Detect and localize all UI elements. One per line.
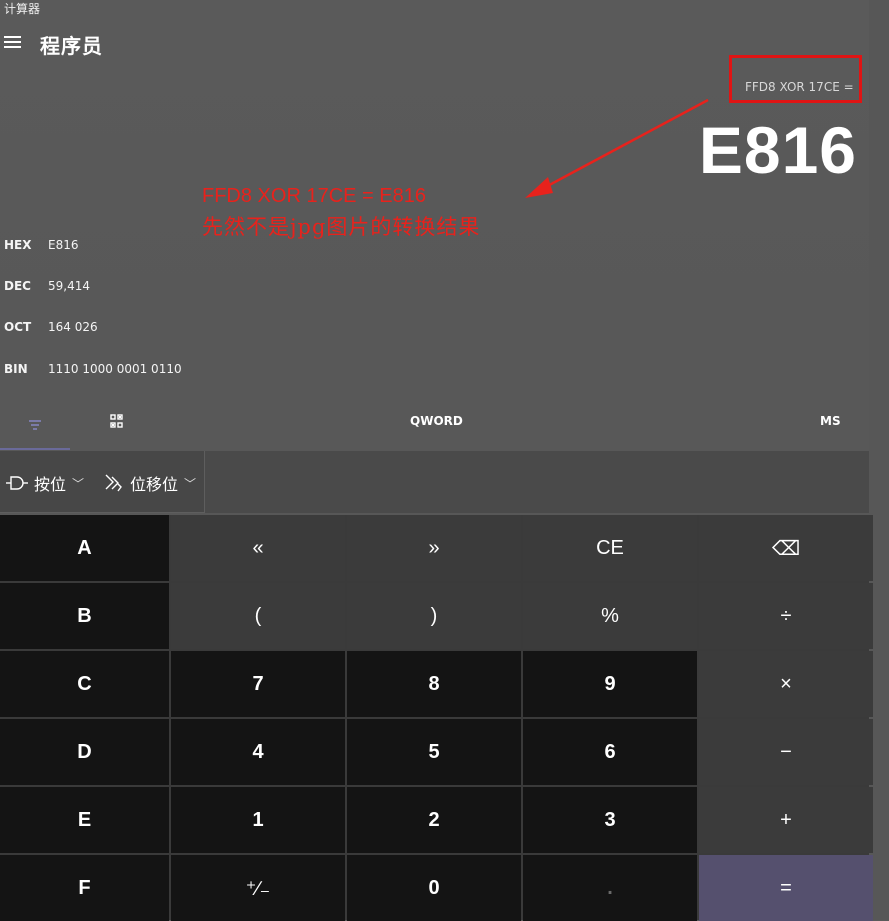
key-5[interactable]: 5	[347, 719, 521, 785]
key-0[interactable]: 0	[347, 855, 521, 921]
key-negate[interactable]: ⁺∕₋	[171, 855, 345, 921]
radix-bin-label[interactable]: BIN	[4, 362, 28, 376]
word-size-toggle[interactable]: QWORD	[410, 414, 463, 428]
key-1[interactable]: 1	[171, 787, 345, 853]
backspace-icon[interactable]: ⌫	[699, 515, 873, 581]
key-6[interactable]: 6	[523, 719, 697, 785]
key-hex-d[interactable]: D	[0, 719, 169, 785]
key-left-shift[interactable]: «	[171, 515, 345, 581]
key-multiply[interactable]: ×	[699, 651, 873, 717]
radix-oct-value: 164 026	[48, 320, 98, 334]
key-hex-f[interactable]: F	[0, 855, 169, 921]
expression-display: FFD8 XOR 17CE =	[745, 80, 854, 94]
key-decimal[interactable]: .	[523, 855, 697, 921]
keypad-icon	[29, 420, 41, 430]
hamburger-menu-icon[interactable]	[4, 36, 21, 48]
result-display: E816	[698, 113, 857, 187]
key-divide[interactable]: ÷	[699, 583, 873, 649]
bitshift-label: 位移位	[130, 475, 179, 494]
key-2[interactable]: 2	[347, 787, 521, 853]
key-add[interactable]: +	[699, 787, 873, 853]
key-modulo[interactable]: %	[523, 583, 697, 649]
operators-toolbar: 按位 ﹀ 位移位 ﹀	[0, 451, 205, 513]
keypad: A « » CE ⌫ B ( ) % ÷ C 7 8 9 × D 4 5 6 −…	[0, 515, 873, 921]
bitshift-dropdown[interactable]: 位移位 ﹀	[104, 471, 196, 495]
annotation-highlight-box	[729, 55, 862, 103]
full-keypad-tab[interactable]	[0, 408, 70, 450]
key-9[interactable]: 9	[523, 651, 697, 717]
logic-gate-icon	[6, 476, 28, 490]
key-4[interactable]: 4	[171, 719, 345, 785]
mode-title: 程序员	[40, 34, 103, 58]
bitwise-dropdown[interactable]: 按位 ﹀	[6, 471, 84, 495]
radix-oct-label[interactable]: OCT	[4, 320, 31, 334]
key-7[interactable]: 7	[171, 651, 345, 717]
key-3[interactable]: 3	[523, 787, 697, 853]
key-close-paren[interactable]: )	[347, 583, 521, 649]
bitshift-icon	[105, 474, 122, 492]
key-right-shift[interactable]: »	[347, 515, 521, 581]
radix-dec-value: 59,414	[48, 279, 90, 293]
radix-hex-label[interactable]: HEX	[4, 238, 32, 252]
key-hex-c[interactable]: C	[0, 651, 169, 717]
radix-dec-label[interactable]: DEC	[4, 279, 31, 293]
key-8[interactable]: 8	[347, 651, 521, 717]
key-equals[interactable]: =	[699, 855, 873, 921]
key-subtract[interactable]: −	[699, 719, 873, 785]
chevron-down-icon: ﹀	[72, 476, 85, 491]
key-open-paren[interactable]: (	[171, 583, 345, 649]
toolbar-background	[205, 451, 869, 513]
chevron-down-icon: ﹀	[184, 476, 197, 491]
memory-store-button[interactable]: MS	[820, 414, 841, 428]
key-hex-b[interactable]: B	[0, 583, 169, 649]
key-hex-a[interactable]: A	[0, 515, 169, 581]
window-title: 计算器	[4, 2, 41, 16]
annotation-text-line2: 先然不是jpg图片的转换结果	[202, 215, 481, 239]
bit-toggle-keypad-icon[interactable]	[110, 414, 124, 430]
radix-hex-value: E816	[48, 238, 79, 252]
bitwise-label: 按位	[34, 475, 67, 494]
annotation-text-line1: FFD8 XOR 17CE = E816	[202, 185, 426, 207]
key-hex-e[interactable]: E	[0, 787, 169, 853]
key-clear-entry[interactable]: CE	[523, 515, 697, 581]
radix-bin-value: 1110 1000 0001 0110	[48, 362, 182, 376]
